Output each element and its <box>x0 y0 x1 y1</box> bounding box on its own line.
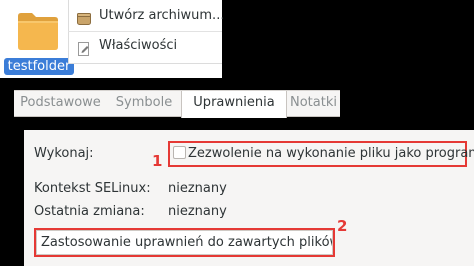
selinux-context-label: Kontekst SELinux: <box>34 181 151 196</box>
selinux-context-value: nieznany <box>168 181 227 196</box>
menu-item-label: Utwórz archiwum... <box>99 8 223 23</box>
archive-icon <box>77 9 91 25</box>
folder-name-label[interactable]: testfolder <box>4 58 74 75</box>
annotation-marker-2: 2 <box>337 217 348 235</box>
menu-separator <box>68 31 222 32</box>
tab-notes[interactable]: Notatki <box>287 91 340 117</box>
execute-label: Wykonaj: <box>34 146 94 161</box>
tab-permissions[interactable]: Uprawnienia <box>181 91 287 118</box>
folder-icon[interactable] <box>14 6 62 54</box>
execute-checkbox[interactable] <box>173 146 186 159</box>
properties-icon <box>77 39 91 56</box>
context-menu: Utwórz archiwum... Właściwości <box>68 0 223 64</box>
apply-permissions-button[interactable]: Zastosowanie uprawnień do zawartych plik… <box>36 230 333 255</box>
tab-basic[interactable]: Podstawowe <box>14 91 107 117</box>
annotation-marker-1: 1 <box>152 152 163 170</box>
execute-checkbox-label[interactable]: Zezwolenie na wykonanie pliku jako progr… <box>188 146 474 162</box>
menu-item-properties[interactable]: Właściwości <box>69 32 223 60</box>
tab-emblems[interactable]: Symbole <box>107 91 181 117</box>
menu-item-create-archive[interactable]: Utwórz archiwum... <box>69 2 223 30</box>
last-changed-label: Ostatnia zmiana: <box>34 204 145 219</box>
properties-tabbar: Podstawowe Symbole Uprawnienia Notatki <box>14 90 340 118</box>
menu-item-label: Właściwości <box>99 38 178 53</box>
last-changed-value: nieznany <box>168 204 227 219</box>
